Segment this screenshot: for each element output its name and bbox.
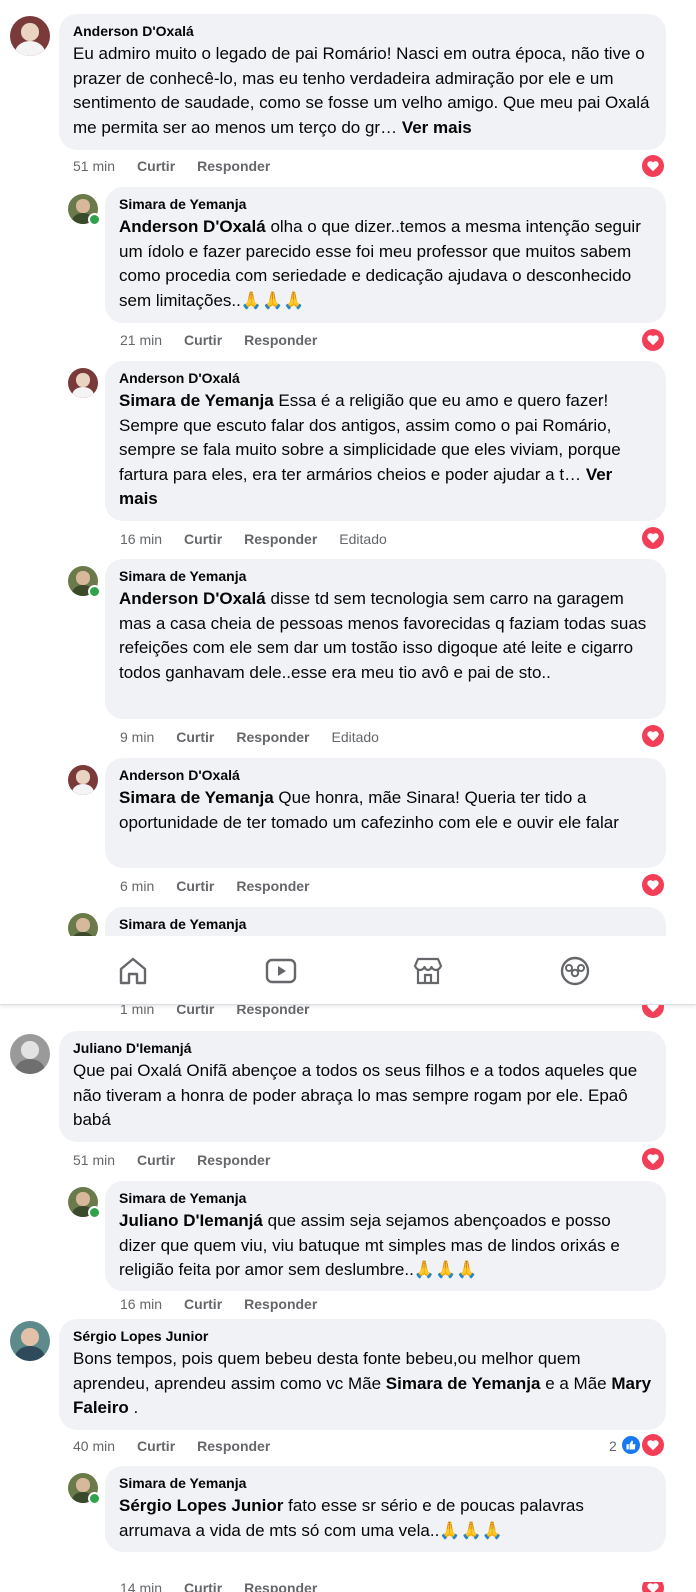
- online-indicator: [88, 1206, 101, 1219]
- comment-author[interactable]: Simara de Yemanja: [119, 915, 652, 933]
- like-button[interactable]: Curtir: [137, 157, 175, 175]
- comment-time[interactable]: 14 min: [120, 1582, 162, 1592]
- like-button[interactable]: Curtir: [184, 1295, 222, 1313]
- heart-reaction-icon[interactable]: [642, 329, 664, 351]
- reply-button[interactable]: Responder: [197, 1151, 270, 1169]
- heart-reaction-icon[interactable]: [642, 1005, 664, 1018]
- comment-author[interactable]: Juliano D'Iemanjá: [73, 1039, 652, 1057]
- comment-meta: 6 min Curtir Responder: [120, 877, 309, 895]
- heart-reaction-icon[interactable]: [642, 1434, 664, 1456]
- reply-button[interactable]: Responder: [197, 157, 270, 175]
- mention-link[interactable]: Anderson D'Oxalá: [119, 217, 266, 236]
- reply-button[interactable]: Responder: [236, 728, 309, 746]
- comment-time[interactable]: 16 min: [120, 1295, 162, 1313]
- like-button[interactable]: Curtir: [176, 877, 214, 895]
- avatar[interactable]: [68, 765, 98, 795]
- heart-reaction-icon[interactable]: [642, 874, 664, 896]
- reply-button[interactable]: Responder: [244, 530, 317, 548]
- online-indicator: [88, 1492, 101, 1505]
- comment-author[interactable]: Simara de Yemanja: [119, 567, 652, 585]
- heart-reaction-icon[interactable]: [642, 725, 664, 747]
- like-button[interactable]: Curtir: [184, 331, 222, 349]
- comment-meta: 9 min Curtir Responder Editado: [120, 728, 379, 746]
- comment-bubble: Anderson D'Oxalá Simara de Yemanja Essa …: [105, 361, 666, 521]
- comment-text: Que pai Oxalá Onifã abençoe a todos os s…: [73, 1061, 638, 1129]
- avatar[interactable]: [10, 1321, 50, 1361]
- like-button[interactable]: Curtir: [176, 728, 214, 746]
- bottom-nav-bar: [0, 936, 696, 1005]
- reply-button[interactable]: Responder: [244, 1582, 317, 1592]
- comment-meta: 16 min Curtir Responder Editado: [120, 530, 387, 548]
- online-indicator: [88, 585, 101, 598]
- comment-time[interactable]: 40 min: [73, 1437, 115, 1455]
- heart-reaction-icon[interactable]: [642, 155, 664, 177]
- comment-time[interactable]: 1 min: [120, 1005, 154, 1018]
- like-button[interactable]: Curtir: [184, 530, 222, 548]
- mention-link[interactable]: Sérgio Lopes Junior: [119, 1496, 283, 1515]
- comment-meta: 51 min Curtir Responder: [73, 157, 270, 175]
- comment-time[interactable]: 9 min: [120, 728, 154, 746]
- comment-time[interactable]: 51 min: [73, 1151, 115, 1169]
- edited-label: Editado: [331, 729, 379, 745]
- home-icon[interactable]: [116, 954, 150, 988]
- mention-link[interactable]: Anderson D'Oxalá: [119, 589, 266, 608]
- comment-time[interactable]: 51 min: [73, 157, 115, 175]
- like-button[interactable]: Curtir: [184, 1582, 222, 1592]
- heart-reaction-icon[interactable]: [642, 1148, 664, 1170]
- comment-text: e a Mãe: [540, 1373, 612, 1393]
- mention-link[interactable]: Juliano D'Iemanjá: [119, 1211, 263, 1230]
- online-indicator: [88, 213, 101, 226]
- comment-time[interactable]: 16 min: [120, 530, 162, 548]
- reply-button[interactable]: Responder: [197, 1437, 270, 1455]
- heart-reaction-icon[interactable]: [642, 527, 664, 549]
- comment-text: Eu admiro muito o legado de pai Romário!…: [73, 44, 650, 137]
- comment-bubble: Juliano D'Iemanjá Que pai Oxalá Onifã ab…: [59, 1031, 666, 1142]
- comment-bubble: Simara de Yemanja Juliano D'Iemanjá que …: [105, 1181, 666, 1291]
- comment-time[interactable]: 21 min: [120, 331, 162, 349]
- comment-meta: 21 min Curtir Responder: [120, 331, 317, 349]
- see-more-link[interactable]: Ver mais: [402, 118, 472, 137]
- reaction-count[interactable]: 2: [609, 1438, 617, 1454]
- avatar[interactable]: [68, 368, 98, 398]
- comment-author[interactable]: Sérgio Lopes Junior: [73, 1327, 652, 1345]
- comment-author[interactable]: Anderson D'Oxalá: [73, 22, 652, 40]
- comment-meta: 1 min Curtir Responder: [120, 1005, 309, 1018]
- comment-meta: 51 min Curtir Responder: [73, 1151, 270, 1169]
- like-reaction-icon[interactable]: [620, 1434, 642, 1456]
- comment-bubble: Anderson D'Oxalá Eu admiro muito o legad…: [59, 14, 666, 150]
- comment-bubble: Simara de Yemanja Anderson D'Oxalá disse…: [105, 559, 666, 719]
- comment-meta: 14 min Curtir Responder: [120, 1582, 317, 1592]
- like-button[interactable]: Curtir: [137, 1437, 175, 1455]
- video-icon[interactable]: [264, 954, 298, 988]
- marketplace-icon[interactable]: [411, 954, 445, 988]
- like-button[interactable]: Curtir: [176, 1005, 214, 1018]
- reply-button[interactable]: Responder: [236, 1005, 309, 1018]
- comment-author[interactable]: Simara de Yemanja: [119, 195, 652, 213]
- comment-text: .: [128, 1398, 139, 1417]
- mention-link[interactable]: Simara de Yemanja: [386, 1374, 541, 1393]
- comment-bubble: Anderson D'Oxalá Simara de Yemanja Que h…: [105, 758, 666, 868]
- groups-icon[interactable]: [558, 954, 592, 988]
- comment-meta: 16 min Curtir Responder: [120, 1295, 317, 1313]
- reply-button[interactable]: Responder: [244, 1295, 317, 1313]
- like-button[interactable]: Curtir: [137, 1151, 175, 1169]
- comment-author[interactable]: Simara de Yemanja: [119, 1474, 652, 1492]
- mention-link[interactable]: Simara de Yemanja: [119, 391, 274, 410]
- avatar[interactable]: [10, 16, 50, 56]
- comment-time[interactable]: 6 min: [120, 877, 154, 895]
- comment-bubble: Simara de Yemanja Sérgio Lopes Junior fa…: [105, 1466, 666, 1552]
- reply-button[interactable]: Responder: [244, 331, 317, 349]
- comment-bubble: Sérgio Lopes Junior Bons tempos, pois qu…: [59, 1319, 666, 1430]
- edited-label: Editado: [339, 531, 387, 547]
- heart-reaction-icon[interactable]: [642, 1582, 664, 1592]
- avatar[interactable]: [10, 1034, 50, 1074]
- comment-bubble: Simara de Yemanja Anderson D'Oxalá olha …: [105, 187, 666, 323]
- comment-author[interactable]: Simara de Yemanja: [119, 1189, 652, 1207]
- reply-button[interactable]: Responder: [236, 877, 309, 895]
- mention-link[interactable]: Simara de Yemanja: [119, 788, 274, 807]
- comment-meta: 40 min Curtir Responder: [73, 1437, 270, 1455]
- comment-author[interactable]: Anderson D'Oxalá: [119, 369, 652, 387]
- comment-author[interactable]: Anderson D'Oxalá: [119, 766, 652, 784]
